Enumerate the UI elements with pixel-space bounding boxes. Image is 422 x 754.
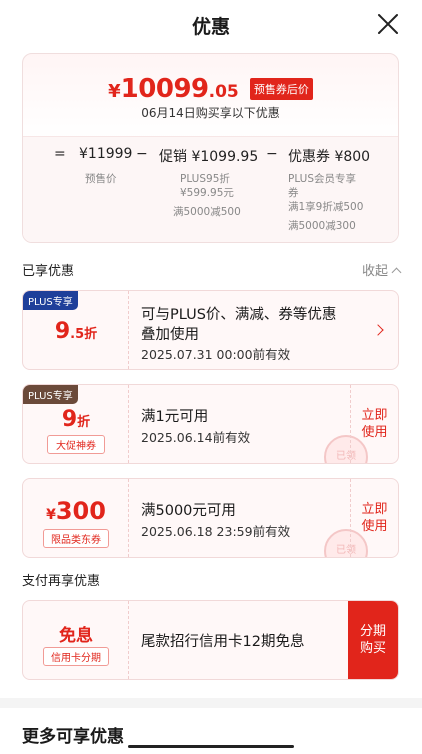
plus-exclusive-tag: PLUS专享 bbox=[23, 291, 78, 310]
installment-buy-button[interactable]: 分期 购买 bbox=[348, 601, 398, 679]
coupon-value: 9.5折 bbox=[23, 319, 129, 344]
minus-sign-2: − bbox=[266, 146, 278, 162]
payment-discounts-label: 支付再享优惠 bbox=[22, 574, 101, 589]
chevron-up-icon bbox=[391, 267, 402, 278]
coupon-value-main: 9 bbox=[54, 319, 71, 344]
installment-title: 尾款招行信用卡12期免息 bbox=[141, 634, 305, 650]
coupon-value: ¥300 bbox=[23, 497, 129, 525]
coupon-expiry-date: 2025.06.18 23:59前有效 bbox=[141, 524, 291, 539]
installment-value-area: 免息 信用卡分期 bbox=[23, 601, 129, 679]
price-formula: = ¥11999 − 促销 ¥1099.95 − 优惠券 ¥800 bbox=[23, 146, 398, 166]
coupon-value-area: PLUS专享 9折 大促神券 bbox=[23, 385, 129, 463]
final-price-row: ¥10099.05 预售券后价 bbox=[23, 74, 398, 104]
coupon-expiry-date: 2025.06.14前有效 bbox=[141, 430, 251, 445]
equals-sign: = bbox=[54, 146, 66, 162]
coupon-sub-ticket: 券 bbox=[288, 187, 299, 199]
collapse-button[interactable]: 收起 bbox=[361, 260, 402, 279]
category-coupon-badge: 限品类东券 bbox=[43, 529, 109, 548]
use-now-label-1: 立即 bbox=[361, 408, 388, 423]
coupon-title-line2: 叠加使用 bbox=[141, 327, 199, 343]
coupon-card-plus-discount[interactable]: PLUS专享 9.5折 可与PLUS价、满减、券等优惠 叠加使用 2025.07… bbox=[22, 290, 399, 370]
credit-installment-badge: 信用卡分期 bbox=[43, 647, 109, 666]
page-title: 优惠 bbox=[191, 16, 230, 38]
home-indicator[interactable] bbox=[128, 745, 294, 748]
coupon-value-currency: ¥ bbox=[46, 507, 56, 523]
promo-sub-plus: PLUS95折 bbox=[180, 173, 230, 185]
plus-exclusive-tag: PLUS专享 bbox=[23, 385, 78, 404]
coupon-sub-plus-member: PLUS会员专享 bbox=[288, 173, 357, 185]
final-price: ¥10099.05 bbox=[108, 74, 239, 104]
use-now-button[interactable]: 立即 使用 bbox=[350, 385, 398, 463]
interest-free-title: 免息 bbox=[59, 626, 93, 646]
use-now-label-1: 立即 bbox=[361, 502, 388, 517]
presale-after-coupon-badge: 预售券后价 bbox=[249, 78, 313, 100]
final-price-currency: ¥ bbox=[108, 81, 121, 102]
installment-buy-label-1: 分期 bbox=[359, 624, 386, 639]
coupon-card-sale-coupon: PLUS专享 9折 大促神券 满1元可用 2025.06.14前有效 已领 立即… bbox=[22, 384, 399, 464]
final-price-decimal: .05 bbox=[208, 82, 239, 102]
discount-sheet: 优惠 ¥10099.05 预售券后价 06月14日购买享以下优惠 = ¥1199… bbox=[0, 0, 422, 754]
minus-sign-1: − bbox=[136, 146, 148, 162]
coupon-value: 9折 bbox=[23, 407, 129, 432]
coupon-value-sub: 折 bbox=[77, 415, 91, 430]
coupon-title: 可与PLUS价、满减、券等优惠 bbox=[141, 307, 337, 323]
enjoyed-discounts-label: 已享优惠 bbox=[22, 264, 75, 279]
coupon-title: 满1元可用 bbox=[141, 409, 209, 425]
coupon-value-area: PLUS专享 9.5折 bbox=[23, 291, 129, 369]
close-icon[interactable] bbox=[376, 12, 400, 36]
promo-amount: 促销 ¥1099.95 bbox=[159, 149, 259, 165]
purchase-date-text: 06月14日购买享以下优惠 bbox=[141, 106, 280, 120]
section-divider bbox=[0, 698, 422, 708]
promo-sub-amount: ¥599.95元 bbox=[180, 187, 234, 199]
payment-installment-card: 免息 信用卡分期 尾款招行信用卡12期免息 分期 购买 bbox=[22, 600, 399, 680]
coupon-sub-discount: 满1享9折减500 bbox=[288, 201, 364, 213]
coupon-title: 满5000元可用 bbox=[141, 503, 236, 519]
use-now-label-2: 使用 bbox=[361, 519, 388, 534]
final-price-integer: 10099 bbox=[120, 74, 209, 104]
coupon-sub-fullreduce: 满5000减300 bbox=[288, 220, 356, 232]
coupon-card-category-coupon: ¥300 限品类东券 满5000元可用 2025.06.18 23:59前有效 … bbox=[22, 478, 399, 558]
collapse-label: 收起 bbox=[361, 264, 388, 279]
coupon-value-main: 9 bbox=[61, 407, 78, 432]
installment-buy-label-2: 购买 bbox=[359, 641, 386, 656]
coupon-value-sub: .5折 bbox=[70, 327, 98, 342]
more-discounts-title: 更多可享优惠 bbox=[22, 727, 124, 747]
chevron-right-icon[interactable] bbox=[372, 324, 384, 336]
price-summary-card: ¥10099.05 预售券后价 06月14日购买享以下优惠 = ¥11999 −… bbox=[22, 53, 399, 243]
coupon-expiry-date: 2025.07.31 00:00前有效 bbox=[141, 347, 291, 362]
use-now-label-2: 使用 bbox=[361, 425, 388, 440]
presale-price-label: 预售价 bbox=[85, 173, 117, 185]
sale-coupon-badge: 大促神券 bbox=[47, 435, 105, 454]
coupon-value-main: 300 bbox=[55, 497, 106, 525]
coupon-value-area: ¥300 限品类东券 bbox=[23, 479, 129, 557]
presale-price: ¥11999 bbox=[79, 146, 133, 162]
use-now-button[interactable]: 立即 使用 bbox=[350, 479, 398, 557]
coupon-amount: 优惠券 ¥800 bbox=[288, 149, 371, 165]
promo-sub-fullreduce: 满5000减500 bbox=[173, 206, 241, 218]
sheet-header: 优惠 bbox=[0, 0, 422, 50]
